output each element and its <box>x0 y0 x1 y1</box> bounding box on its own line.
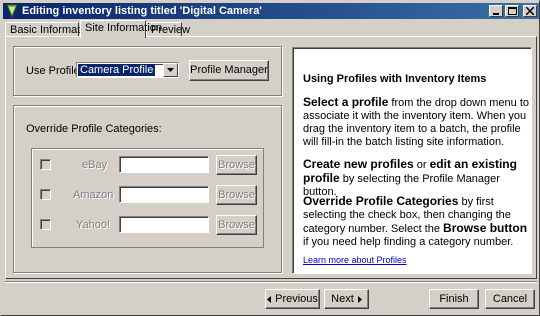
ebay-label: eBay <box>82 159 108 171</box>
tab-label: Site Information <box>85 22 163 34</box>
amazon-browse-button[interactable]: Browse <box>216 185 257 205</box>
chevron-left-icon <box>267 295 272 303</box>
help-paragraph-override: Override Profile Categories by first sel… <box>303 195 529 249</box>
next-button[interactable]: Next <box>324 289 369 309</box>
tab-site-information[interactable]: Site Information <box>80 20 162 38</box>
cancel-button[interactable]: Cancel <box>485 289 535 309</box>
help-heading: Using Profiles with Inventory Items <box>303 73 487 85</box>
ebay-override-checkbox[interactable] <box>40 159 51 170</box>
help-override-bold: Override Profile Categories <box>303 194 459 208</box>
chevron-down-icon <box>167 68 174 72</box>
yahoo-override-checkbox[interactable] <box>40 219 51 230</box>
yahoo-label: Yahoo! <box>76 219 111 231</box>
override-group: Override Profile Categories: eBay Browse… <box>13 105 282 273</box>
finish-label: Finish <box>439 293 469 305</box>
help-create-mid: or <box>413 159 430 171</box>
previous-button[interactable]: Previous <box>265 289 320 309</box>
amazon-label: Amazon <box>73 189 114 201</box>
help-paragraph-select: Select a profile from the drop down menu… <box>303 96 529 149</box>
profile-select[interactable]: Camera Profile <box>76 62 179 78</box>
close-icon <box>526 7 534 15</box>
window-title: Editing inventory listing titled 'Digita… <box>22 5 262 17</box>
override-heading: Override Profile Categories: <box>26 123 162 135</box>
title-bar[interactable]: Editing inventory listing titled 'Digita… <box>3 3 539 19</box>
browse-label: Browse <box>218 189 255 201</box>
cancel-label: Cancel <box>492 293 528 305</box>
browse-label: Browse <box>218 219 255 231</box>
profile-manager-button[interactable]: Profile Manager <box>189 60 269 81</box>
dropdown-button[interactable] <box>163 63 178 77</box>
amazon-override-checkbox[interactable] <box>40 189 51 200</box>
close-button[interactable] <box>523 5 537 17</box>
tab-basic-information[interactable]: Basic Information <box>5 22 95 37</box>
previous-label: Previous <box>275 293 318 305</box>
chevron-right-icon <box>357 295 362 303</box>
help-paragraph-create: Create new profiles or edit an existing … <box>303 158 529 199</box>
app-icon <box>6 4 18 18</box>
minimize-icon <box>493 13 499 15</box>
footer-divider <box>5 281 537 283</box>
site-information-panel: Use Profile Camera Profile Profile Manag… <box>5 36 537 279</box>
minimize-button[interactable] <box>489 5 503 17</box>
ebay-category-input[interactable] <box>119 156 209 173</box>
ebay-browse-button[interactable]: Browse <box>216 155 257 175</box>
amazon-category-input[interactable] <box>119 186 209 203</box>
maximize-button[interactable] <box>505 5 519 17</box>
learn-more-link[interactable]: Learn more about Profiles <box>303 255 407 265</box>
browse-label: Browse <box>218 159 255 171</box>
help-browse-bold: Browse button <box>443 221 528 235</box>
help-override-rest: if you need help finding a category numb… <box>303 236 514 248</box>
yahoo-browse-button[interactable]: Browse <box>216 215 257 235</box>
help-create-bold: Create new profiles <box>303 157 414 171</box>
help-select-bold: Select a profile <box>303 95 389 109</box>
category-rows: eBay Browse Amazon Browse Yahoo! Browse <box>31 148 264 248</box>
maximize-icon <box>508 7 517 15</box>
profile-manager-label: Profile Manager <box>190 64 268 76</box>
yahoo-category-input[interactable] <box>119 216 209 233</box>
dialog-window: Editing inventory listing titled 'Digita… <box>0 0 540 316</box>
profile-group: Use Profile Camera Profile Profile Manag… <box>13 46 282 96</box>
next-label: Next <box>331 293 354 305</box>
finish-button[interactable]: Finish <box>429 289 479 309</box>
use-profile-label: Use Profile <box>26 65 80 77</box>
profile-select-value: Camera Profile <box>78 64 156 76</box>
help-panel: Using Profiles with Inventory Items Sele… <box>292 47 532 274</box>
